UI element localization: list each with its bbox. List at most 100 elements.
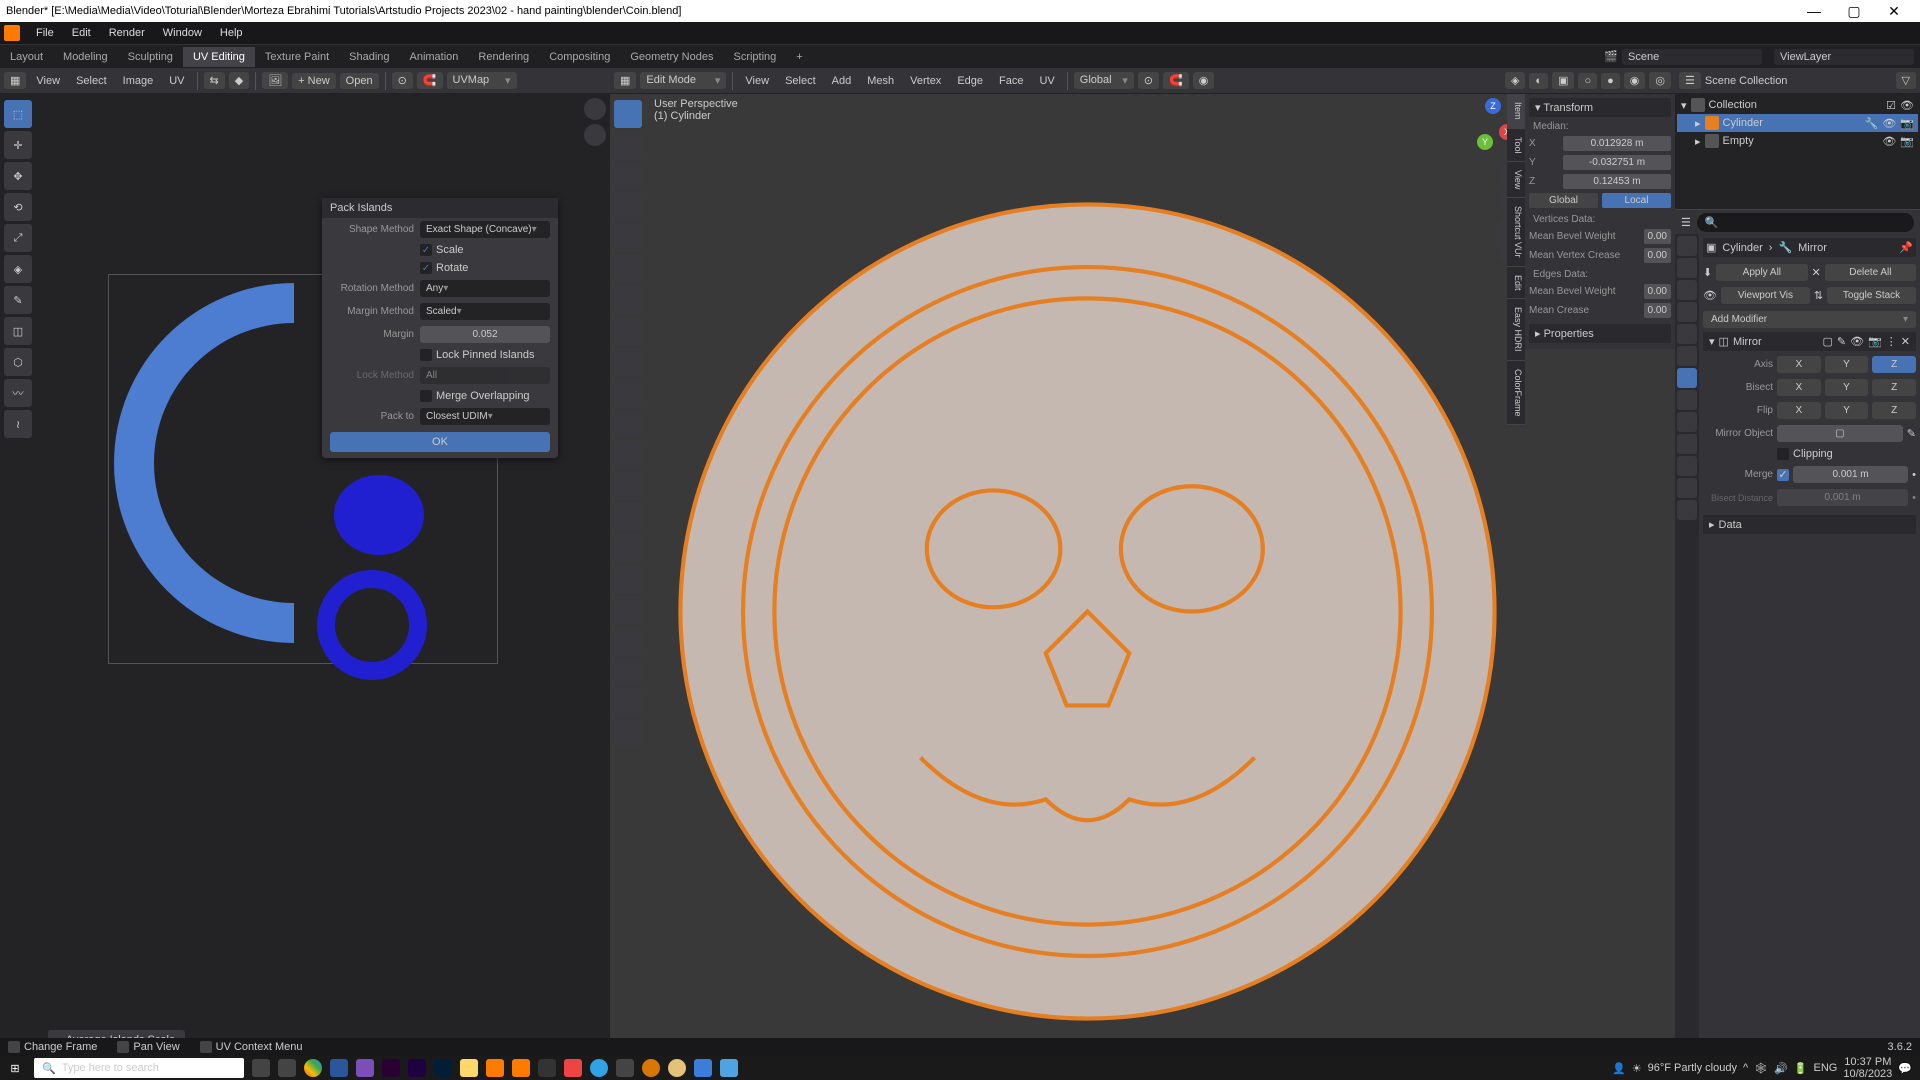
uv-menu-view[interactable]: View xyxy=(30,73,66,89)
uv-tool-scale-icon[interactable]: ⤢ xyxy=(4,224,32,252)
uvmap-selector[interactable]: UVMap xyxy=(447,72,517,89)
xray-toggle-icon[interactable]: ▣ xyxy=(1552,72,1574,89)
tool-add-cube-icon[interactable] xyxy=(614,348,642,376)
ok-button[interactable]: OK xyxy=(330,432,550,452)
tool-shear-icon[interactable] xyxy=(614,689,642,717)
tool-cursor-icon[interactable] xyxy=(614,131,642,159)
uv-island-skull[interactable] xyxy=(334,475,424,555)
tool-loop-cut-icon[interactable] xyxy=(614,472,642,500)
uv-menu-select[interactable]: Select xyxy=(70,73,113,89)
visibility-icon[interactable]: 👁 xyxy=(1882,117,1896,130)
tool-rip-icon[interactable] xyxy=(614,720,642,748)
proptab-data-icon[interactable] xyxy=(1677,456,1697,476)
ntab-shortcut[interactable]: Shortcut VUr xyxy=(1507,198,1525,267)
bevel-weight-value[interactable]: 0.00 xyxy=(1644,229,1671,244)
ntab-easyhdri[interactable]: Easy HDRI xyxy=(1507,299,1525,361)
toggle-stack-button[interactable]: Toggle Stack xyxy=(1827,287,1916,304)
camera-icon[interactable]: 📷 xyxy=(1900,135,1914,148)
vp-menu-uv[interactable]: UV xyxy=(1033,73,1060,89)
global-button[interactable]: Global xyxy=(1529,193,1598,208)
clipping-checkbox[interactable]: Clipping xyxy=(1777,448,1833,460)
overlay-toggle-icon[interactable]: ◐ xyxy=(1529,73,1548,89)
ntab-edit[interactable]: Edit xyxy=(1507,267,1525,300)
taskbar-app2-icon[interactable] xyxy=(612,1056,638,1080)
shading-solid-icon[interactable]: ● xyxy=(1601,73,1620,89)
outliner-type-icon[interactable]: ☰ xyxy=(1679,72,1701,89)
image-browse-icon[interactable]: 🖼 xyxy=(262,72,288,89)
outliner-collection[interactable]: ▾Collection☑👁 xyxy=(1677,96,1918,114)
apply-all-button[interactable]: Apply All xyxy=(1716,264,1807,281)
proptab-particles-icon[interactable] xyxy=(1677,390,1697,410)
menu-window[interactable]: Window xyxy=(155,25,210,41)
tray-chevron-icon[interactable]: ^ xyxy=(1743,1062,1748,1074)
taskbar-word-icon[interactable] xyxy=(326,1056,352,1080)
uv-tool-cursor-icon[interactable]: ✛ xyxy=(4,131,32,159)
proptab-scene-icon[interactable] xyxy=(1677,302,1697,322)
mod-close-icon[interactable]: ✕ xyxy=(1901,335,1910,348)
minimize-button[interactable]: — xyxy=(1794,0,1834,22)
nav-gizmo[interactable]: Z X Y xyxy=(1455,98,1515,158)
uv-menu-uv[interactable]: UV xyxy=(163,73,190,89)
merge-checkbox[interactable]: ✓ xyxy=(1777,469,1789,481)
vp-menu-view[interactable]: View xyxy=(739,73,775,89)
taskbar-taskview-icon[interactable] xyxy=(274,1056,300,1080)
flip-z-button[interactable]: Z xyxy=(1872,402,1916,419)
taskbar-me-icon[interactable] xyxy=(352,1056,378,1080)
tool-poly-build-icon[interactable] xyxy=(614,534,642,562)
viewlayer-selector[interactable]: ViewLayer xyxy=(1768,49,1920,65)
camera-icon[interactable]: 📷 xyxy=(1900,117,1914,130)
delete-all-button[interactable]: Delete All xyxy=(1825,264,1916,281)
axis-z-button[interactable]: Z xyxy=(1872,356,1916,373)
bisect-x-button[interactable]: X xyxy=(1777,379,1821,396)
workspace-add[interactable]: + xyxy=(786,47,812,67)
tool-edge-slide-icon[interactable] xyxy=(614,627,642,655)
vp-menu-face[interactable]: Face xyxy=(993,73,1029,89)
proptab-output-icon[interactable] xyxy=(1677,258,1697,278)
tray-volume-icon[interactable]: 🔊 xyxy=(1774,1062,1788,1075)
image-open-button[interactable]: Open xyxy=(340,73,379,89)
menu-file[interactable]: File xyxy=(28,25,62,41)
tool-extrude-icon[interactable] xyxy=(614,379,642,407)
mirror-object-field[interactable]: ▢ xyxy=(1777,425,1903,442)
merge-overlap-checkbox[interactable]: Merge Overlapping xyxy=(420,390,550,402)
proptab-texture-icon[interactable] xyxy=(1677,500,1697,520)
taskbar-premiere-icon[interactable] xyxy=(378,1056,404,1080)
weather-icon[interactable]: ☀ xyxy=(1632,1062,1642,1075)
image-new-button[interactable]: + New xyxy=(292,73,336,89)
viewport-3d[interactable]: User Perspective (1) Cylinder Z X Y Item xyxy=(610,94,1675,1056)
proptab-modifiers-icon[interactable] xyxy=(1677,368,1697,388)
viewlayer-name[interactable]: ViewLayer xyxy=(1774,49,1914,65)
uv-menu-image[interactable]: Image xyxy=(117,73,160,89)
proptab-world-icon[interactable] xyxy=(1677,324,1697,344)
snap-icon[interactable]: 🧲 xyxy=(417,72,443,89)
tool-annotate-icon[interactable] xyxy=(614,286,642,314)
uv-editor[interactable]: ⬚ ✛ ✥ ⟲ ⤢ ◈ ✎ ◫ ⬡ 〰 ≀ Pack Islands Shape… xyxy=(0,94,610,1056)
workspace-rendering[interactable]: Rendering xyxy=(468,47,539,67)
uv-tool-rip-icon[interactable]: ◫ xyxy=(4,317,32,345)
tray-lang[interactable]: ENG xyxy=(1814,1062,1838,1074)
menu-render[interactable]: Render xyxy=(101,25,153,41)
add-modifier-dropdown[interactable]: Add Modifier xyxy=(1703,311,1916,328)
taskbar-app5-icon[interactable] xyxy=(690,1056,716,1080)
margin-method-dropdown[interactable]: Scaled xyxy=(420,303,550,320)
data-subpanel[interactable]: ▸ Data xyxy=(1703,515,1916,534)
uv-island-arc[interactable] xyxy=(114,283,294,643)
mirror-modifier-header[interactable]: ▾◫ Mirror ▢ ✎ 👁 📷 ⋮ ✕ xyxy=(1703,332,1916,351)
shading-wireframe-icon[interactable]: ○ xyxy=(1578,73,1597,89)
x-value[interactable]: 0.012928 m xyxy=(1563,136,1671,151)
scene-selector[interactable]: 🎬 Scene xyxy=(1598,49,1768,65)
taskbar-app3-icon[interactable] xyxy=(638,1056,664,1080)
shading-rendered-icon[interactable]: ◎ xyxy=(1649,72,1671,89)
interaction-mode[interactable]: Edit Mode xyxy=(640,72,726,89)
uv-tool-move-icon[interactable]: ✥ xyxy=(4,162,32,190)
vp-menu-add[interactable]: Add xyxy=(826,73,858,89)
tray-network-icon[interactable]: 🕸 xyxy=(1754,1062,1768,1075)
pivot-point-icon[interactable]: ⊙ xyxy=(1138,72,1159,89)
scale-checkbox[interactable]: ✓Scale xyxy=(420,244,550,256)
eyedropper-icon[interactable]: ✎ xyxy=(1907,427,1916,440)
workspace-modeling[interactable]: Modeling xyxy=(53,47,118,67)
taskbar-app6-icon[interactable] xyxy=(716,1056,742,1080)
taskbar-cortana-icon[interactable] xyxy=(248,1056,274,1080)
tool-bevel-icon[interactable] xyxy=(614,441,642,469)
taskbar-blender-icon[interactable] xyxy=(482,1056,508,1080)
